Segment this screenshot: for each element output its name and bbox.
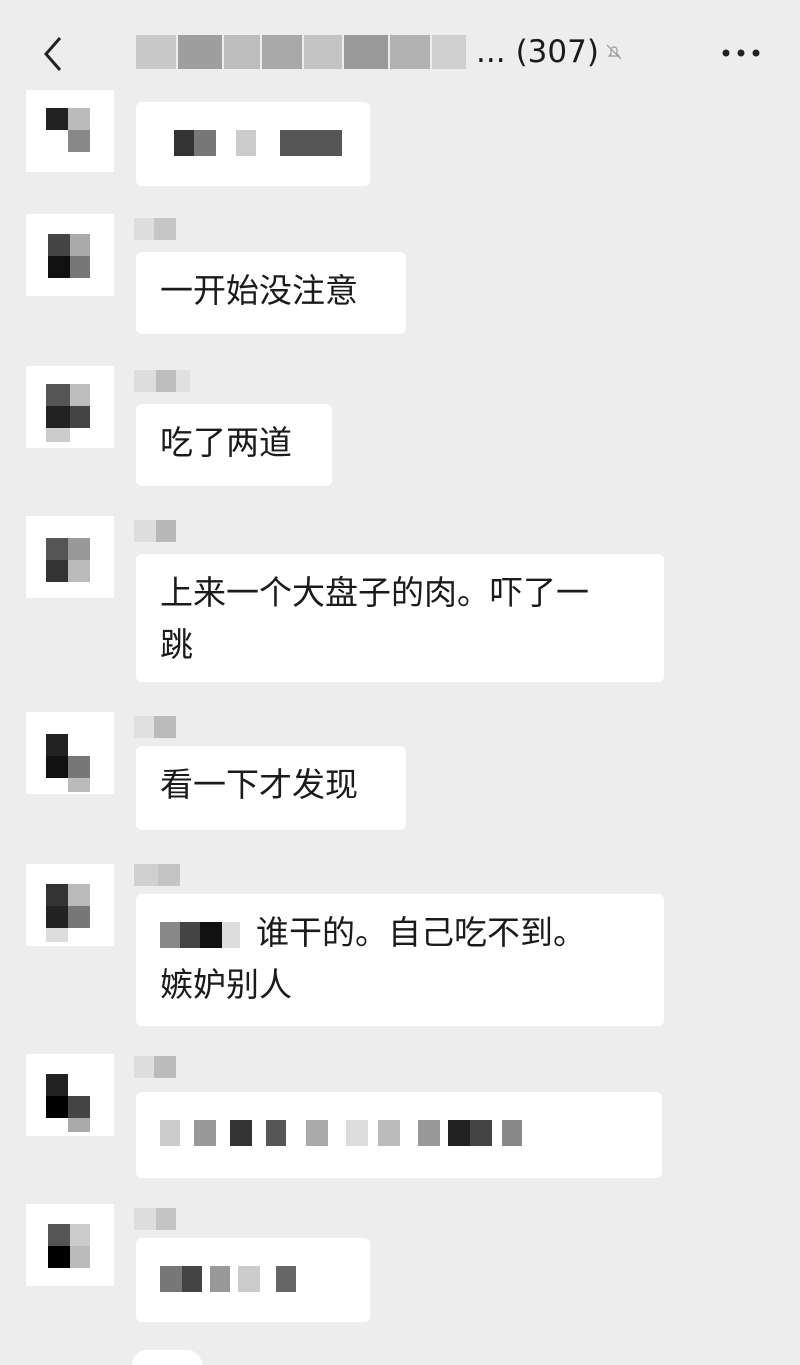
chat-header: ... (307) — [0, 0, 800, 100]
sender-name-redacted — [134, 716, 176, 738]
sender-name-redacted — [134, 1056, 176, 1078]
avatar[interactable] — [26, 1054, 114, 1136]
message-text-line: 上来一个大盘子的肉。吓了一 — [160, 573, 589, 612]
avatar[interactable] — [26, 1204, 114, 1286]
message-text-line: 谁干的。自己吃不到。 — [160, 907, 640, 959]
message-bubble[interactable]: 一开始没注意 — [136, 252, 406, 334]
message-text: 一开始没注意 — [160, 271, 358, 310]
mute-bell-icon — [606, 44, 622, 60]
avatar[interactable] — [26, 712, 114, 794]
message-text: 吃了两道 — [160, 423, 292, 462]
sender-name-redacted — [134, 1208, 176, 1230]
avatar[interactable] — [26, 864, 114, 946]
message-bubble[interactable]: 看一下才发现 — [136, 746, 406, 830]
avatar[interactable] — [26, 214, 114, 296]
message-bubble[interactable]: 谁干的。自己吃不到。 嫉妒别人 — [136, 894, 664, 1026]
sender-name-redacted — [134, 370, 190, 392]
message-text: 看一下才发现 — [160, 765, 358, 804]
sender-name-redacted — [134, 520, 176, 542]
message-bubble[interactable] — [136, 1238, 370, 1322]
message-bubble[interactable] — [136, 1092, 662, 1178]
avatar[interactable] — [26, 366, 114, 448]
message-text-line: 跳 — [160, 625, 193, 664]
message-text-line: 嫉妒别人 — [160, 965, 292, 1004]
message-bubble[interactable] — [136, 102, 370, 186]
more-options-icon[interactable] — [716, 38, 766, 68]
redacted-text — [222, 921, 240, 948]
partial-avatar — [132, 1350, 202, 1365]
back-arrow-icon[interactable] — [34, 30, 74, 78]
avatar[interactable] — [26, 516, 114, 598]
redacted-text — [180, 921, 200, 948]
sender-name-redacted — [134, 218, 176, 240]
member-count: (307) — [515, 34, 599, 70]
message-text: 谁干的。自己吃不到。 — [256, 913, 586, 952]
redacted-text — [160, 921, 180, 948]
avatar[interactable] — [26, 90, 114, 172]
message-bubble[interactable]: 上来一个大盘子的肉。吓了一 跳 — [136, 554, 664, 682]
group-title-ellipsis: ... — [476, 34, 506, 70]
sender-name-redacted — [134, 864, 180, 886]
group-title: ... (307) — [136, 26, 623, 78]
redacted-text — [200, 921, 222, 948]
message-bubble[interactable]: 吃了两道 — [136, 404, 332, 486]
group-name-redacted — [136, 35, 466, 69]
